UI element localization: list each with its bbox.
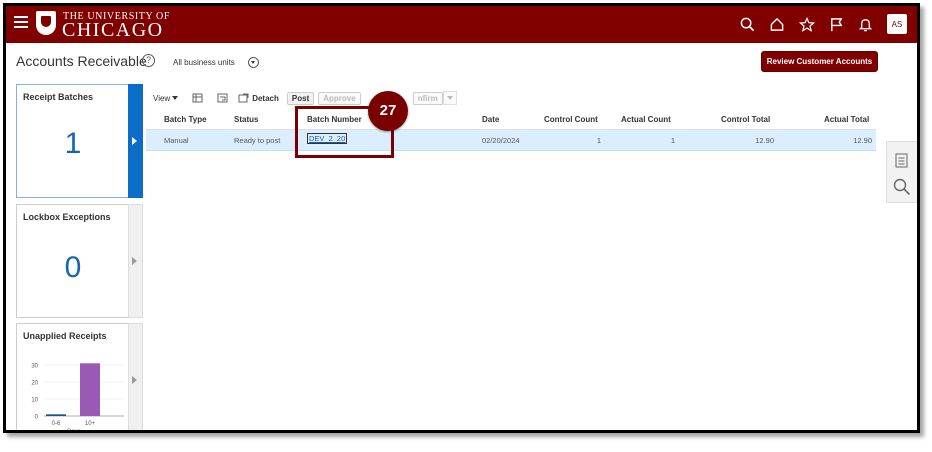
tile-expand-receipt-batches[interactable] xyxy=(128,84,143,198)
detach-icon xyxy=(238,93,249,103)
column-header-status[interactable]: Status xyxy=(234,115,258,124)
tile-expand-unapplied-receipts[interactable] xyxy=(128,323,143,430)
caret-down-icon xyxy=(446,96,453,100)
column-header-actual-count[interactable]: Actual Count xyxy=(621,115,671,124)
detach-button[interactable]: Detach xyxy=(238,93,279,103)
notifications-bell-icon[interactable] xyxy=(858,17,873,32)
chevron-right-icon xyxy=(132,257,137,265)
column-header-date[interactable]: Date xyxy=(482,115,499,124)
table-row[interactable]: Manual Ready to post DEV_2_20 02/20/2024… xyxy=(146,130,876,151)
business-unit-dropdown-icon[interactable] xyxy=(248,57,259,68)
column-header-actual-total[interactable]: Actual Total xyxy=(824,115,869,124)
cell-actual-count: 1 xyxy=(670,136,675,145)
tile-expand-lockbox-exceptions[interactable] xyxy=(128,204,143,318)
x-tick-label: 0-6 xyxy=(52,421,61,427)
detach-label: Detach xyxy=(252,93,279,103)
tile-count: 0 xyxy=(64,251,82,284)
logo-main-text: CHICAGO xyxy=(62,19,164,41)
flag-icon[interactable] xyxy=(829,17,844,32)
receipt-batches-table: Batch Type Status Batch Number Date Cont… xyxy=(146,109,876,151)
caret-down-icon xyxy=(172,96,179,100)
chart-bar[interactable] xyxy=(46,414,66,416)
column-header-batch-type[interactable]: Batch Type xyxy=(164,115,207,124)
y-tick-label: 20 xyxy=(31,381,38,387)
cell-batch-type: Manual xyxy=(164,136,189,145)
search-panel-icon[interactable] xyxy=(893,178,911,196)
more-actions-dropdown[interactable] xyxy=(442,91,457,105)
y-tick-label: 0 xyxy=(35,415,39,421)
tile-title: Unapplied Receipts xyxy=(23,331,107,341)
user-avatar[interactable]: AS xyxy=(887,14,907,34)
freeze-columns-icon[interactable] xyxy=(192,93,203,103)
cell-actual-total: 12.90 xyxy=(853,136,872,145)
side-panel-tabs xyxy=(886,141,917,203)
search-icon[interactable] xyxy=(740,17,755,32)
tile-lockbox-exceptions[interactable]: Lockbox Exceptions 0 xyxy=(16,204,130,318)
favorites-star-icon[interactable] xyxy=(799,16,815,32)
tile-title: Receipt Batches xyxy=(23,92,94,102)
chevron-right-icon xyxy=(132,376,137,384)
x-axis-label: Days xyxy=(67,429,81,433)
y-tick-label: 30 xyxy=(31,364,38,370)
chevron-right-icon xyxy=(132,137,137,145)
cell-control-count: 1 xyxy=(596,136,601,145)
tasks-list-icon[interactable] xyxy=(895,153,908,168)
cell-date: 02/20/2024 xyxy=(482,136,520,145)
unapplied-receipts-chart: 30 20 10 0 0-6 10+ Days xyxy=(31,363,124,433)
page-title: Accounts Receivable xyxy=(16,53,147,69)
chart-bar[interactable] xyxy=(80,363,100,416)
column-header-control-total[interactable]: Control Total xyxy=(721,115,770,124)
menu-icon[interactable] xyxy=(14,16,28,28)
table-header-row: Batch Type Status Batch Number Date Cont… xyxy=(146,109,876,130)
app-window: THE UNIVERSITY OF CHICAGO AS Accounts Re… xyxy=(3,3,920,433)
university-shield-icon xyxy=(36,11,56,35)
view-menu[interactable]: View xyxy=(153,93,179,103)
tile-receipt-batches[interactable]: Receipt Batches 1 xyxy=(16,84,130,198)
home-icon[interactable] xyxy=(769,17,785,32)
confirm-button[interactable]: nfirm xyxy=(412,91,443,105)
top-bar: THE UNIVERSITY OF CHICAGO AS xyxy=(6,6,917,43)
x-tick-label: 10+ xyxy=(85,421,96,427)
callout-step-badge: 27 xyxy=(368,91,408,131)
cell-status: Ready to post xyxy=(234,136,281,145)
table-toolbar: View Detach Post Approve nfirm xyxy=(153,91,457,105)
y-tick-label: 10 xyxy=(31,398,38,404)
wrap-columns-icon[interactable] xyxy=(217,93,228,103)
tile-count: 1 xyxy=(64,127,82,160)
tile-title: Lockbox Exceptions xyxy=(23,212,111,222)
help-icon[interactable]: ? xyxy=(142,54,155,67)
approve-button[interactable]: Approve xyxy=(318,91,361,105)
global-icons: AS xyxy=(740,14,907,34)
review-customer-accounts-button[interactable]: Review Customer Accounts xyxy=(761,51,878,72)
cell-control-total: 12.90 xyxy=(755,136,774,145)
post-button[interactable]: Post xyxy=(286,91,315,105)
view-label: View xyxy=(153,93,171,103)
business-unit-selector[interactable]: All business units xyxy=(173,58,235,67)
column-header-control-count[interactable]: Control Count xyxy=(544,115,598,124)
